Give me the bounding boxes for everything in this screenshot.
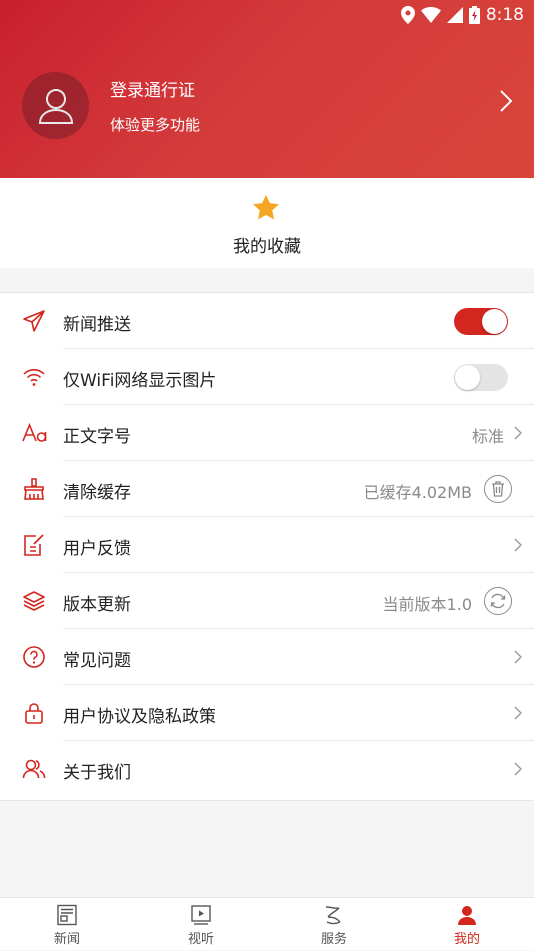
trash-button[interactable] — [484, 475, 512, 503]
feedback-icon — [22, 533, 46, 557]
avatar[interactable] — [22, 72, 89, 139]
tab-label: 视听 — [187, 932, 214, 947]
broom-icon — [22, 477, 46, 501]
setting-label: 版本更新 — [63, 595, 131, 615]
location-icon — [400, 6, 415, 24]
login-subtitle: 体验更多功能 — [110, 116, 201, 134]
question-icon — [22, 645, 46, 669]
setting-version-update[interactable]: 版本更新 当前版本1.0 — [0, 573, 534, 629]
trash-icon — [492, 481, 504, 497]
chevron-right-icon — [514, 425, 522, 444]
tab-video[interactable]: 视听 — [134, 898, 268, 951]
news-icon — [56, 904, 78, 926]
news-push-toggle[interactable] — [454, 308, 508, 335]
profile-header: 8:18 登录通行证 体验更多功能 — [0, 0, 534, 178]
setting-label: 用户反馈 — [63, 539, 131, 559]
tab-label: 我的 — [453, 932, 480, 947]
setting-about-us[interactable]: 关于我们 — [0, 741, 534, 797]
users-icon — [22, 757, 46, 781]
setting-wifi-images: 仅WiFi网络显示图片 — [0, 349, 534, 405]
setting-label: 仅WiFi网络显示图片 — [63, 371, 217, 391]
toggle-knob — [455, 365, 480, 390]
login-title[interactable]: 登录通行证 — [110, 76, 195, 101]
user-icon — [38, 88, 73, 124]
wifi-icon — [22, 365, 46, 389]
layers-icon — [22, 589, 46, 613]
chevron-right-icon — [514, 537, 522, 556]
wifi-status-icon — [420, 7, 441, 23]
setting-faq[interactable]: 常见问题 — [0, 629, 534, 685]
status-bar: 8:18 — [400, 4, 524, 26]
video-icon — [190, 904, 212, 926]
favorites-label[interactable]: 我的收藏 — [0, 232, 534, 257]
refresh-button[interactable] — [484, 587, 512, 615]
refresh-icon — [490, 593, 506, 609]
tab-profile[interactable]: 我的 — [400, 898, 534, 951]
chevron-right-icon — [514, 705, 522, 724]
setting-font-size[interactable]: 正文字号 标准 — [0, 405, 534, 461]
setting-feedback[interactable]: 用户反馈 — [0, 517, 534, 573]
setting-label: 关于我们 — [63, 763, 131, 783]
setting-news-push: 新闻推送 — [0, 293, 534, 349]
tab-label: 新闻 — [53, 932, 80, 947]
wifi-images-toggle[interactable] — [454, 364, 508, 391]
tab-label: 服务 — [320, 932, 347, 947]
font-size-value: 标准 — [471, 427, 504, 446]
setting-label: 新闻推送 — [63, 315, 131, 335]
version-value: 当前版本1.0 — [382, 595, 472, 614]
send-icon — [22, 309, 46, 333]
service-icon — [323, 904, 345, 926]
signal-icon — [446, 7, 463, 23]
setting-label: 常见问题 — [63, 651, 131, 671]
settings-list: 新闻推送 仅WiFi网络显示图片 正文字号 标准 清除缓存 已缓存4.02MB — [0, 292, 534, 801]
setting-label: 清除缓存 — [63, 483, 131, 503]
bottom-tab-bar: 新闻 视听 服务 我的 — [0, 897, 534, 950]
toggle-knob — [482, 309, 507, 334]
font-size-icon — [22, 421, 47, 445]
chevron-right-icon — [514, 649, 522, 668]
battery-icon — [468, 6, 480, 24]
cache-size-value: 已缓存4.02MB — [363, 483, 472, 502]
setting-clear-cache[interactable]: 清除缓存 已缓存4.02MB — [0, 461, 534, 517]
star-icon[interactable] — [251, 193, 281, 227]
chevron-right-icon — [514, 761, 522, 780]
setting-label: 正文字号 — [63, 427, 131, 447]
clock: 8:18 — [485, 5, 524, 25]
setting-label: 用户协议及隐私政策 — [63, 707, 216, 727]
lock-icon — [22, 701, 46, 725]
chevron-right-icon[interactable] — [500, 90, 513, 116]
tab-service[interactable]: 服务 — [267, 898, 401, 951]
setting-privacy[interactable]: 用户协议及隐私政策 — [0, 685, 534, 741]
tab-news[interactable]: 新闻 — [0, 898, 134, 951]
profile-icon — [456, 904, 478, 926]
